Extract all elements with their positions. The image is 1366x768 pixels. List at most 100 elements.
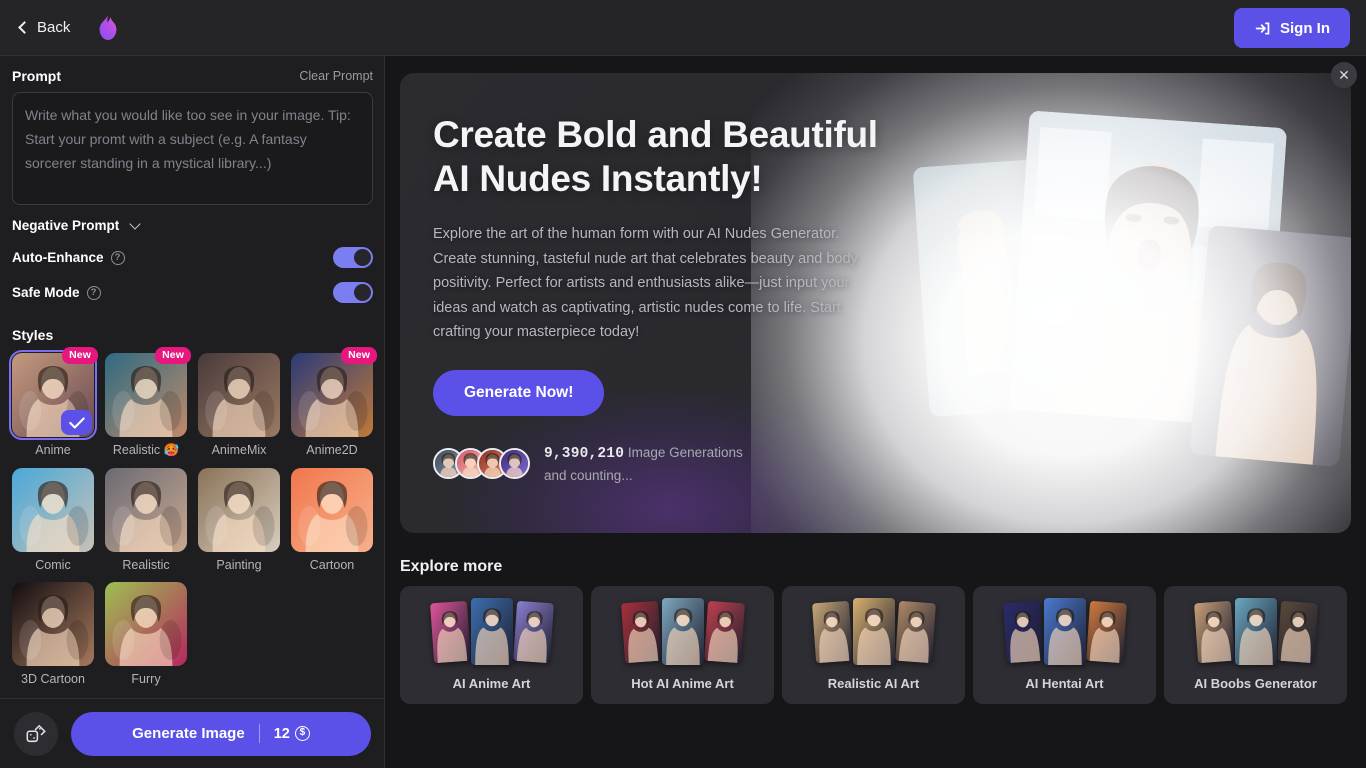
style-option[interactable]: 3D Cartoon xyxy=(12,582,94,686)
new-badge: New xyxy=(62,347,98,364)
login-arrow-icon xyxy=(1255,22,1270,34)
style-option[interactable]: Painting xyxy=(198,468,280,572)
back-button[interactable]: Back xyxy=(18,19,71,36)
style-option[interactable]: Comic xyxy=(12,468,94,572)
explore-card[interactable]: AI Boobs Generator xyxy=(1164,586,1347,704)
explore-card[interactable]: Hot AI Anime Art xyxy=(591,586,774,704)
style-option[interactable]: Cartoon xyxy=(291,468,373,572)
back-label: Back xyxy=(37,19,71,36)
style-thumbnail[interactable] xyxy=(198,468,280,552)
explore-thumbnail xyxy=(1234,598,1277,665)
stats-text: 9,390,210 Image Generations and counting… xyxy=(544,442,743,486)
explore-more-grid: AI Anime Art Hot AI Anime Art Realistic … xyxy=(400,586,1351,704)
question-circle-icon[interactable]: ? xyxy=(110,250,125,265)
style-option[interactable]: New Anime xyxy=(9,347,98,458)
style-option[interactable]: AnimeMix xyxy=(198,353,280,458)
hero-subtitle: Explore the art of the human form with o… xyxy=(433,226,858,340)
style-label: Anime2D xyxy=(306,443,358,457)
hero-title-line1: Create Bold and Beautiful xyxy=(433,114,878,155)
style-thumbnail[interactable] xyxy=(291,353,373,437)
explore-card-label: Hot AI Anime Art xyxy=(631,676,734,691)
explore-card-label: AI Anime Art xyxy=(452,676,531,691)
explore-thumbnails xyxy=(620,598,745,665)
style-label: Cartoon xyxy=(309,558,355,572)
explore-thumbnail xyxy=(811,600,853,663)
sign-in-button[interactable]: Sign In xyxy=(1234,8,1350,48)
stats-label: Image Generations xyxy=(627,444,743,460)
flame-logo-icon[interactable] xyxy=(96,14,120,42)
style-thumbnail[interactable] xyxy=(105,582,187,666)
sidebar-scroll-area[interactable]: Prompt Clear Prompt Negative Prompt Auto… xyxy=(0,56,384,698)
styles-section-title: Styles xyxy=(12,327,54,343)
explore-thumbnails xyxy=(429,598,554,665)
style-thumbnail[interactable] xyxy=(12,582,94,666)
new-badge: New xyxy=(341,347,377,364)
explore-thumbnails xyxy=(811,598,936,665)
style-label: Painting xyxy=(216,558,262,572)
hero-photo-right xyxy=(1189,224,1351,468)
explore-thumbnail xyxy=(1043,598,1086,665)
explore-card[interactable]: AI Anime Art xyxy=(400,586,583,704)
generation-stats-row: 9,390,210 Image Generations and counting… xyxy=(433,442,903,486)
auto-enhance-label: Auto-Enhance xyxy=(12,250,104,265)
style-option[interactable]: Furry xyxy=(105,582,187,686)
safe-mode-label: Safe Mode xyxy=(12,285,80,300)
coin-icon: $ xyxy=(294,726,310,741)
negative-prompt-row[interactable]: Negative Prompt xyxy=(12,210,373,239)
safe-mode-row: Safe Mode ? xyxy=(12,274,373,309)
explore-card-label: AI Hentai Art xyxy=(1025,676,1104,691)
sidebar-bottom-bar: Generate Image 12 $ xyxy=(0,698,384,768)
style-label: Furry xyxy=(131,672,161,686)
style-label: Realistic 🥵 xyxy=(112,443,180,457)
left-sidebar-panel: Prompt Clear Prompt Negative Prompt Auto… xyxy=(0,56,385,768)
hero-copy-block: Create Bold and Beautiful AI Nudes Insta… xyxy=(433,113,903,486)
generate-now-button[interactable]: Generate Now! xyxy=(433,369,605,416)
generate-cost-value: 12 xyxy=(273,725,290,742)
style-option[interactable]: Realistic xyxy=(105,468,187,572)
close-icon[interactable]: ✕ xyxy=(1331,62,1357,88)
style-thumbnail[interactable] xyxy=(12,468,94,552)
auto-enhance-toggle[interactable] xyxy=(333,247,373,268)
hero-photo-stack xyxy=(912,91,1351,511)
clear-prompt-button[interactable]: Clear Prompt xyxy=(299,69,373,83)
prompt-header-row: Prompt Clear Prompt xyxy=(12,56,373,92)
safe-mode-toggle[interactable] xyxy=(333,282,373,303)
explore-thumbnail xyxy=(661,598,704,665)
chevron-down-icon xyxy=(129,218,141,230)
style-thumbnail[interactable] xyxy=(9,350,97,440)
negative-prompt-label: Negative Prompt xyxy=(12,218,120,233)
explore-thumbnail xyxy=(894,600,936,663)
dice-icon[interactable] xyxy=(14,711,58,756)
explore-thumbnail xyxy=(470,598,513,665)
explore-card[interactable]: AI Hentai Art xyxy=(973,586,1156,704)
style-option[interactable]: New Realistic 🥵 xyxy=(105,347,191,458)
stats-sub: and counting... xyxy=(544,467,633,483)
generate-image-button[interactable]: Generate Image 12 $ xyxy=(71,711,371,756)
explore-card-label: AI Boobs Generator xyxy=(1194,676,1317,691)
style-option[interactable]: New Anime2D xyxy=(291,347,377,458)
style-thumbnail[interactable] xyxy=(198,353,280,437)
explore-thumbnails xyxy=(1193,598,1318,665)
style-thumbnail[interactable] xyxy=(105,353,187,437)
prompt-input[interactable] xyxy=(12,92,373,205)
question-circle-icon[interactable]: ? xyxy=(86,285,101,300)
style-thumbnail[interactable] xyxy=(105,468,187,552)
explore-more-title: Explore more xyxy=(400,558,503,575)
divider xyxy=(258,724,260,743)
explore-thumbnail xyxy=(703,600,745,663)
stats-count: 9,390,210 xyxy=(544,445,625,462)
explore-card[interactable]: Realistic AI Art xyxy=(782,586,965,704)
hero-title: Create Bold and Beautiful AI Nudes Insta… xyxy=(433,113,903,201)
hero-title-line2: AI Nudes Instantly! xyxy=(433,158,763,199)
styles-grid: New Anime New Realistic 🥵 AnimeMix New A… xyxy=(9,347,377,686)
chevron-left-icon xyxy=(18,21,31,34)
explore-thumbnail xyxy=(1193,600,1235,663)
explore-thumbnail xyxy=(1276,600,1318,663)
avatar-group xyxy=(433,448,530,479)
style-thumbnail[interactable] xyxy=(291,468,373,552)
generate-image-label: Generate Image xyxy=(132,725,245,742)
explore-thumbnail xyxy=(852,598,895,665)
prompt-title: Prompt xyxy=(12,68,61,84)
style-label: Realistic xyxy=(122,558,170,572)
explore-thumbnail xyxy=(1085,600,1127,663)
